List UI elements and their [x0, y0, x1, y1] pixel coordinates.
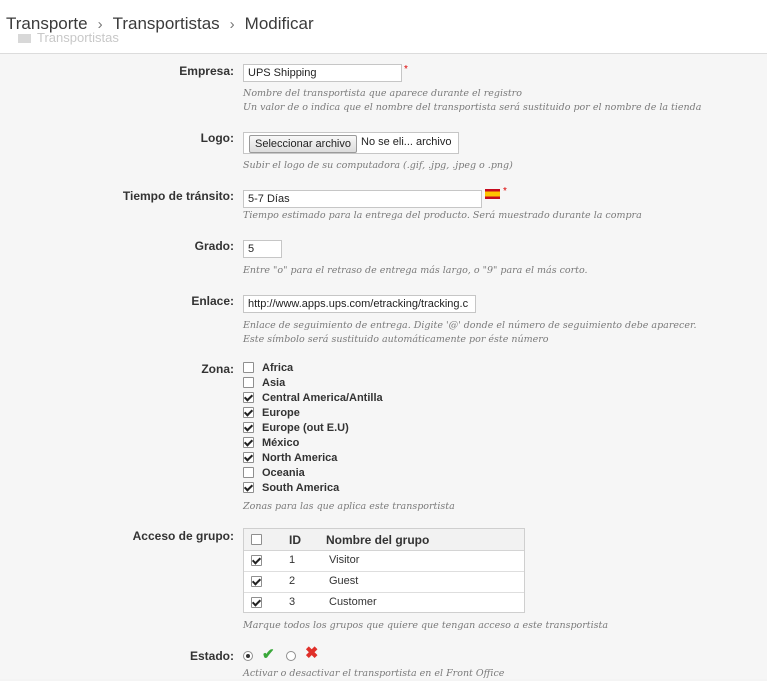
zone-checkbox[interactable] — [243, 406, 254, 418]
zone-option-label: South America — [262, 482, 340, 494]
group-name-header: Nombre del grupo — [326, 533, 430, 547]
group-checkbox[interactable] — [251, 555, 262, 566]
breadcrumb-modificar: Modificar — [244, 14, 314, 33]
breadcrumb-transportistas[interactable]: Transportistas — [113, 14, 220, 33]
grade-input[interactable]: 5 — [243, 240, 282, 258]
group-id-header: ID — [289, 533, 301, 547]
group-id: 3 — [289, 596, 296, 608]
cross-icon: ✖ — [305, 645, 319, 662]
section-subtitle-text: Transportistas — [37, 30, 119, 45]
zone-help: Zonas para las que aplica este transport… — [243, 501, 455, 512]
zone-checkbox[interactable] — [243, 421, 254, 433]
zone-option[interactable]: South America — [243, 481, 340, 497]
zone-option[interactable]: Africa — [243, 361, 294, 377]
truck-icon — [18, 34, 31, 44]
status-disabled-radio[interactable] — [286, 651, 296, 661]
group-name: Visitor — [329, 554, 360, 566]
table-row: 1 Visitor — [244, 550, 524, 572]
logo-help: Subir el logo de su computadora (.gif, .… — [243, 160, 513, 171]
zone-option[interactable]: Central America/Antilla — [243, 391, 383, 407]
select-file-button[interactable]: Seleccionar archivo — [249, 135, 357, 153]
zone-option-label: Asia — [262, 377, 286, 389]
status-enabled-radio[interactable] — [243, 651, 253, 661]
zone-option-label: Oceania — [262, 467, 305, 479]
zone-checkbox[interactable] — [243, 361, 254, 373]
zone-label: Zona: — [201, 362, 234, 376]
zone-checkbox[interactable] — [243, 481, 254, 493]
transit-time-label: Tiempo de tránsito: — [122, 189, 234, 203]
logo-file-input[interactable]: Seleccionar archivo No se eli... archivo — [243, 132, 459, 154]
zone-option[interactable]: Asia — [243, 376, 286, 392]
group-access-label: Acceso de grupo: — [132, 529, 234, 543]
group-name: Guest — [329, 575, 359, 587]
zone-option[interactable]: North America — [243, 451, 338, 467]
group-checkbox[interactable] — [251, 576, 262, 587]
zone-option[interactable]: Oceania — [243, 466, 305, 482]
company-input[interactable]: UPS Shipping — [243, 64, 402, 82]
zone-checkbox[interactable] — [243, 391, 254, 403]
zone-option[interactable]: Europe (out E.U) — [243, 421, 349, 437]
group-id: 2 — [289, 575, 296, 587]
zone-checkbox[interactable] — [243, 451, 254, 463]
group-table: ID Nombre del grupo 1 Visitor 2 Guest 3 Custo… — [243, 528, 525, 613]
select-all-groups-checkbox[interactable] — [251, 534, 262, 545]
no-file-text: No se eli... archivo — [361, 136, 452, 148]
link-label: Enlace: — [191, 294, 234, 308]
group-help: Marque todos los grupos que quiere que t… — [243, 620, 609, 631]
zone-checkbox[interactable] — [243, 436, 254, 448]
company-help-1: Nombre del transportista que aparece dur… — [243, 88, 522, 99]
zone-option-label: Europe — [262, 407, 300, 419]
zone-option-label: México — [262, 437, 300, 449]
logo-label: Logo: — [200, 131, 234, 145]
link-help-2: Este símbolo será sustituido automáticam… — [243, 334, 549, 345]
zone-option-label: Europe (out E.U) — [262, 422, 349, 434]
breadcrumb-separator-icon: › — [229, 16, 235, 33]
grade-help: Entre "o" para el retraso de entrega más… — [243, 265, 588, 276]
zone-option-label: Africa — [262, 362, 294, 374]
zone-checkbox[interactable] — [243, 376, 254, 388]
transit-time-help: Tiempo estimado para la entrega del prod… — [243, 210, 642, 221]
tracking-url-input[interactable]: http://www.apps.ups.com/etracking/tracki… — [243, 295, 476, 313]
required-marker: * — [404, 64, 408, 75]
link-help-1: Enlace de seguimiento de entrega. Digite… — [243, 320, 697, 331]
zone-option-label: North America — [262, 452, 338, 464]
table-row: 3 Customer — [244, 592, 524, 613]
grade-label: Grado: — [194, 239, 234, 253]
zone-checkbox[interactable] — [243, 466, 254, 478]
required-marker: * — [503, 186, 507, 197]
table-row: 2 Guest — [244, 571, 524, 593]
page-header: Transporte › Transportistas › Modificar Tran… — [0, 0, 767, 54]
group-id: 1 — [289, 554, 296, 566]
company-help-2: Un valor de o indica que el nombre del t… — [243, 102, 702, 113]
spanish-flag-icon[interactable] — [485, 189, 500, 199]
group-table-header: ID Nombre del grupo — [244, 529, 524, 551]
status-label: Estado: — [189, 649, 234, 663]
section-subtitle: Transportistas — [18, 30, 119, 45]
group-checkbox[interactable] — [251, 597, 262, 608]
company-label: Empresa: — [179, 64, 234, 78]
zone-option[interactable]: Europe — [243, 406, 300, 422]
zone-option-label: Central America/Antilla — [262, 392, 383, 404]
transit-time-input[interactable]: 5-7 Días — [243, 190, 482, 208]
check-icon: ✔ — [262, 646, 275, 663]
zone-option[interactable]: México — [243, 436, 300, 452]
group-name: Customer — [329, 596, 377, 608]
